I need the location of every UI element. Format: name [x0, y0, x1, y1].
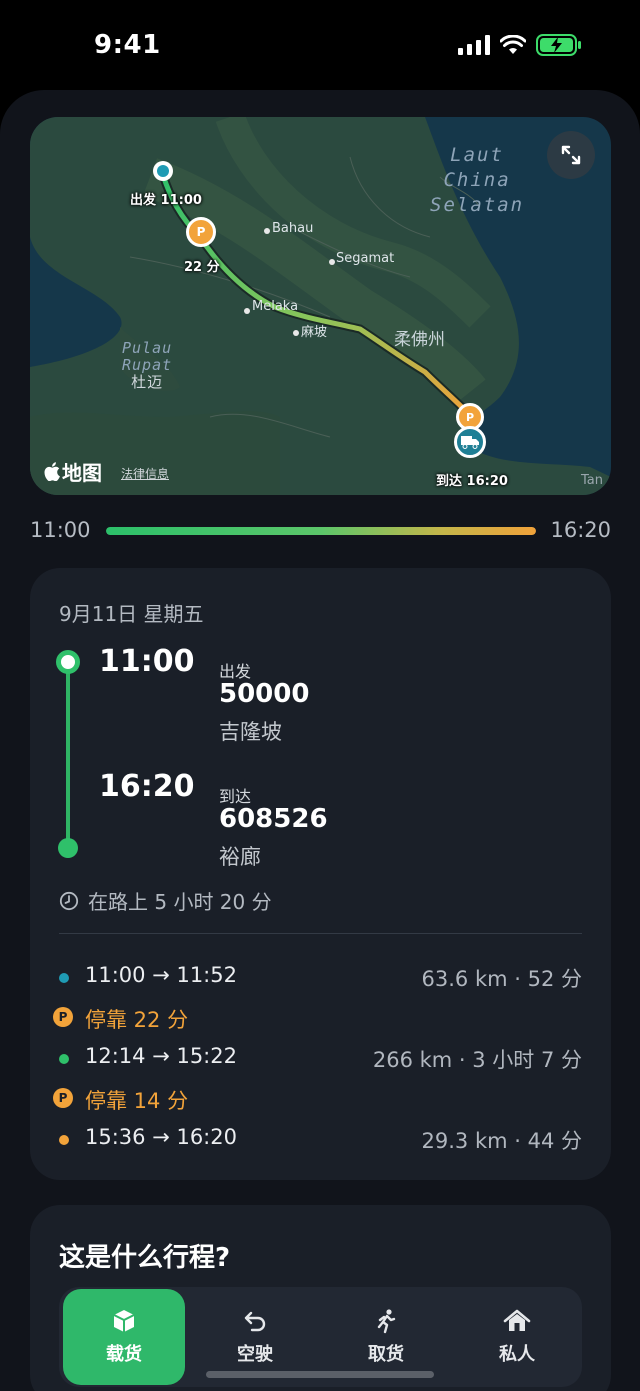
drive-segment: 15:36 → 16:20 29.3 km · 44 分: [53, 1125, 582, 1155]
return-arrow-icon: [244, 1311, 266, 1332]
maps-brand: 地图: [44, 457, 102, 486]
stop-duration: 停靠 22 分: [85, 1008, 189, 1032]
sea-label-line: China: [443, 169, 511, 191]
town-dot: [244, 308, 250, 314]
departure-postcode: 50000: [219, 679, 310, 709]
running-person-icon: [377, 1309, 396, 1334]
departure-place: 吉隆坡: [219, 720, 282, 744]
legal-link[interactable]: 法律信息: [121, 465, 169, 482]
drive-segment: 12:14 → 15:22 266 km · 3 小时 7 分: [53, 1044, 582, 1074]
parking-icon: P: [53, 1007, 73, 1027]
town-dot: [293, 330, 299, 336]
progress-start-time: 11:00: [30, 518, 91, 542]
battery-charging-icon: [536, 34, 581, 56]
apple-logo-icon: [44, 462, 60, 481]
truck-end-icon[interactable]: [454, 426, 486, 458]
home-indicator[interactable]: [206, 1371, 434, 1378]
duration-text: 在路上 5 小时 20 分: [88, 890, 272, 914]
segment-dot: [59, 1135, 69, 1145]
status-icons: [458, 34, 582, 56]
town-dot: [329, 259, 335, 265]
duration-row: 在路上 5 小时 20 分: [59, 886, 272, 915]
arrival-place: 裕廊: [219, 845, 261, 869]
trip-type-label: 空驶: [237, 1344, 273, 1365]
segment-meta: 29.3 km · 44 分: [421, 1129, 582, 1153]
package-icon: [113, 1310, 135, 1332]
progress-fill: [106, 527, 536, 535]
progress-end-time: 16:20: [550, 518, 611, 542]
stop-segment: P 停靠 14 分: [53, 1085, 582, 1115]
house-icon: [503, 1309, 531, 1331]
segment-dot: [59, 973, 69, 983]
island-label-line: Pulau: [122, 339, 173, 357]
parking-icon: P: [53, 1088, 73, 1108]
status-time: 9:41: [94, 30, 161, 60]
region-label: 柔佛州: [394, 330, 445, 350]
segment-dot: [59, 1054, 69, 1064]
expand-icon: [561, 145, 581, 165]
cellular-signal-icon: [458, 35, 490, 55]
town-label-melaka: Melaka: [252, 299, 299, 314]
sea-label-line: Laut: [450, 144, 504, 166]
parking-stop-icon[interactable]: P: [186, 217, 216, 247]
progress-bar: [106, 527, 536, 535]
drive-segment: 11:00 → 11:52 63.6 km · 52 分: [53, 963, 582, 993]
end-label: 到达 16:20: [436, 474, 508, 489]
sea-label: Laut China Selatan: [430, 143, 524, 218]
status-bar: 9:41: [0, 0, 640, 90]
town-label-edge: Tan: [581, 473, 603, 488]
trip-progress: 11:00 16:20: [30, 516, 611, 546]
town-label-segamat: Segamat: [336, 251, 395, 266]
trip-type-label: 载货: [106, 1344, 142, 1365]
start-label: 出发 11:00: [130, 193, 202, 208]
segment-time: 15:36 → 16:20: [85, 1125, 237, 1149]
trip-type-cargo-button[interactable]: 载货: [63, 1289, 185, 1385]
stop-duration-label: 22 分: [184, 260, 220, 275]
timeline-end-dot: [58, 838, 78, 858]
clock-icon: [59, 891, 79, 910]
wifi-icon: [500, 35, 526, 54]
island-label-line: Rupat: [122, 356, 173, 374]
arrival-time: 16:20: [99, 769, 195, 804]
segment-meta: 266 km · 3 小时 7 分: [372, 1048, 582, 1072]
segment-time: 11:00 → 11:52: [85, 963, 237, 987]
stop-duration: 停靠 14 分: [85, 1089, 189, 1113]
timeline-line: [66, 663, 70, 849]
trip-map[interactable]: Laut China Selatan Pulau Rupat 杜迈 Bahau …: [30, 117, 611, 495]
trip-date: 9月11日 星期五: [59, 602, 204, 626]
departure-time: 11:00: [99, 644, 195, 679]
trip-type-card: 这是什么行程? 载货 空驶 取货 私人: [30, 1205, 611, 1391]
segment-meta: 63.6 km · 52 分: [421, 967, 582, 991]
town-label-bahau: Bahau: [272, 221, 314, 236]
start-pin-icon: [153, 161, 173, 181]
town-dot: [264, 228, 270, 234]
expand-map-button[interactable]: [547, 131, 595, 179]
stop-segment: P 停靠 22 分: [53, 1004, 582, 1034]
island-label-line: 杜迈: [131, 373, 164, 391]
trip-type-label: 私人: [499, 1344, 535, 1365]
segment-time: 12:14 → 15:22: [85, 1044, 237, 1068]
divider: [59, 933, 582, 934]
maps-brand-label: 地图: [62, 461, 102, 485]
trip-type-label: 取货: [368, 1344, 404, 1365]
arrival-postcode: 608526: [219, 804, 328, 834]
island-label: Pulau Rupat 杜迈: [122, 340, 172, 391]
sea-label-line: Selatan: [430, 194, 525, 216]
trip-details-card: 9月11日 星期五 11:00 出发 50000 吉隆坡 16:20 到达 60…: [30, 568, 611, 1180]
trip-type-private-button[interactable]: 私人: [456, 1289, 578, 1385]
timeline-start-dot: [56, 650, 80, 674]
town-label-muar: 麻坡: [301, 325, 328, 340]
trip-type-title: 这是什么行程?: [59, 1243, 231, 1273]
